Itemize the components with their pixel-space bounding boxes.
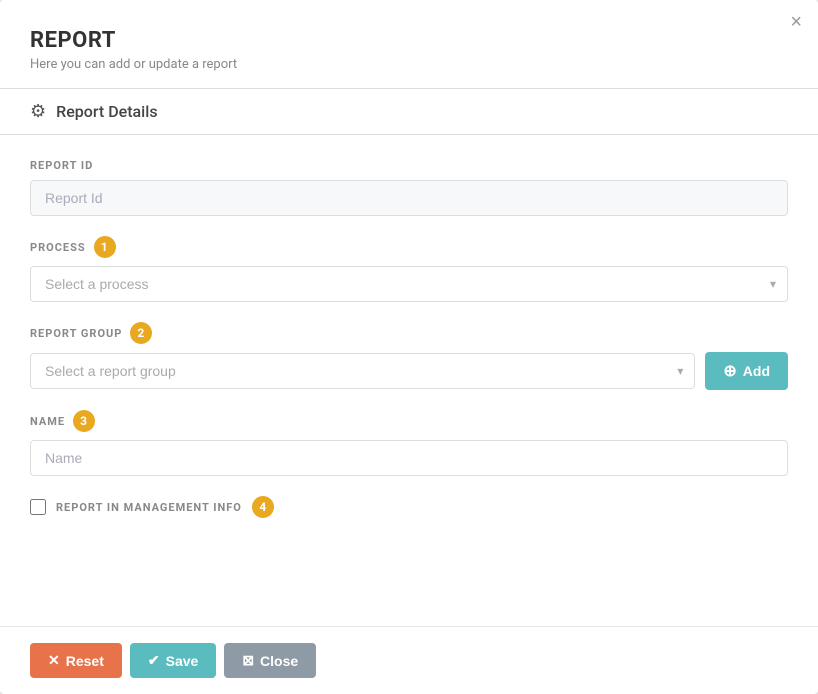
management-info-badge: 4 xyxy=(252,496,274,518)
settings-icon: ⚙ xyxy=(30,101,46,122)
process-field-group: PROCESS 1 Select a process ▾ xyxy=(30,236,788,302)
name-field-group: NAME 3 xyxy=(30,410,788,476)
save-icon: ✔ xyxy=(148,652,160,669)
modal-footer: ✕ Reset ✔ Save ⊠ Close xyxy=(0,626,818,694)
name-input[interactable] xyxy=(30,440,788,476)
save-button[interactable]: ✔ Save xyxy=(130,643,216,678)
name-label: NAME 3 xyxy=(30,410,788,432)
reset-button[interactable]: ✕ Reset xyxy=(30,643,122,678)
management-info-row: REPORT IN MANAGEMENT INFO 4 xyxy=(30,496,788,518)
modal-close-button[interactable]: × xyxy=(790,12,802,32)
report-id-input[interactable] xyxy=(30,180,788,216)
report-group-label: REPORT GROUP 2 xyxy=(30,322,788,344)
section-title: Report Details xyxy=(56,102,157,121)
management-info-checkbox[interactable] xyxy=(30,499,46,515)
reset-label: Reset xyxy=(66,653,104,669)
management-info-label: REPORT IN MANAGEMENT INFO xyxy=(56,501,242,514)
close-label: Close xyxy=(260,653,298,669)
save-label: Save xyxy=(166,653,199,669)
report-group-select-wrapper: Select a report group ▾ xyxy=(30,352,695,390)
close-button[interactable]: ⊠ Close xyxy=(224,643,316,678)
name-badge: 3 xyxy=(73,410,95,432)
report-group-field-group: REPORT GROUP 2 Select a report group ▾ ⊕… xyxy=(30,322,788,390)
process-select-wrapper: Select a process ▾ xyxy=(30,266,788,302)
report-modal: × REPORT Here you can add or update a re… xyxy=(0,0,818,694)
modal-title: REPORT xyxy=(30,28,788,53)
plus-circle-icon: ⊕ xyxy=(723,361,736,381)
section-header: ⚙ Report Details xyxy=(0,88,818,135)
report-group-badge: 2 xyxy=(130,322,152,344)
modal-body: REPORT ID PROCESS 1 Select a process ▾ R… xyxy=(0,135,818,626)
report-group-select[interactable]: Select a report group xyxy=(30,353,695,389)
report-id-label: REPORT ID xyxy=(30,159,788,172)
report-id-field-group: REPORT ID xyxy=(30,159,788,216)
modal-header: REPORT Here you can add or update a repo… xyxy=(0,0,818,88)
reset-icon: ✕ xyxy=(48,652,60,669)
modal-subtitle: Here you can add or update a report xyxy=(30,57,788,72)
report-group-row: Select a report group ▾ ⊕ Add xyxy=(30,352,788,390)
process-label: PROCESS 1 xyxy=(30,236,788,258)
process-badge: 1 xyxy=(94,236,116,258)
process-select[interactable]: Select a process xyxy=(30,266,788,302)
add-report-group-button[interactable]: ⊕ Add xyxy=(705,352,788,390)
add-button-label: Add xyxy=(743,363,770,379)
close-icon: ⊠ xyxy=(242,652,254,669)
